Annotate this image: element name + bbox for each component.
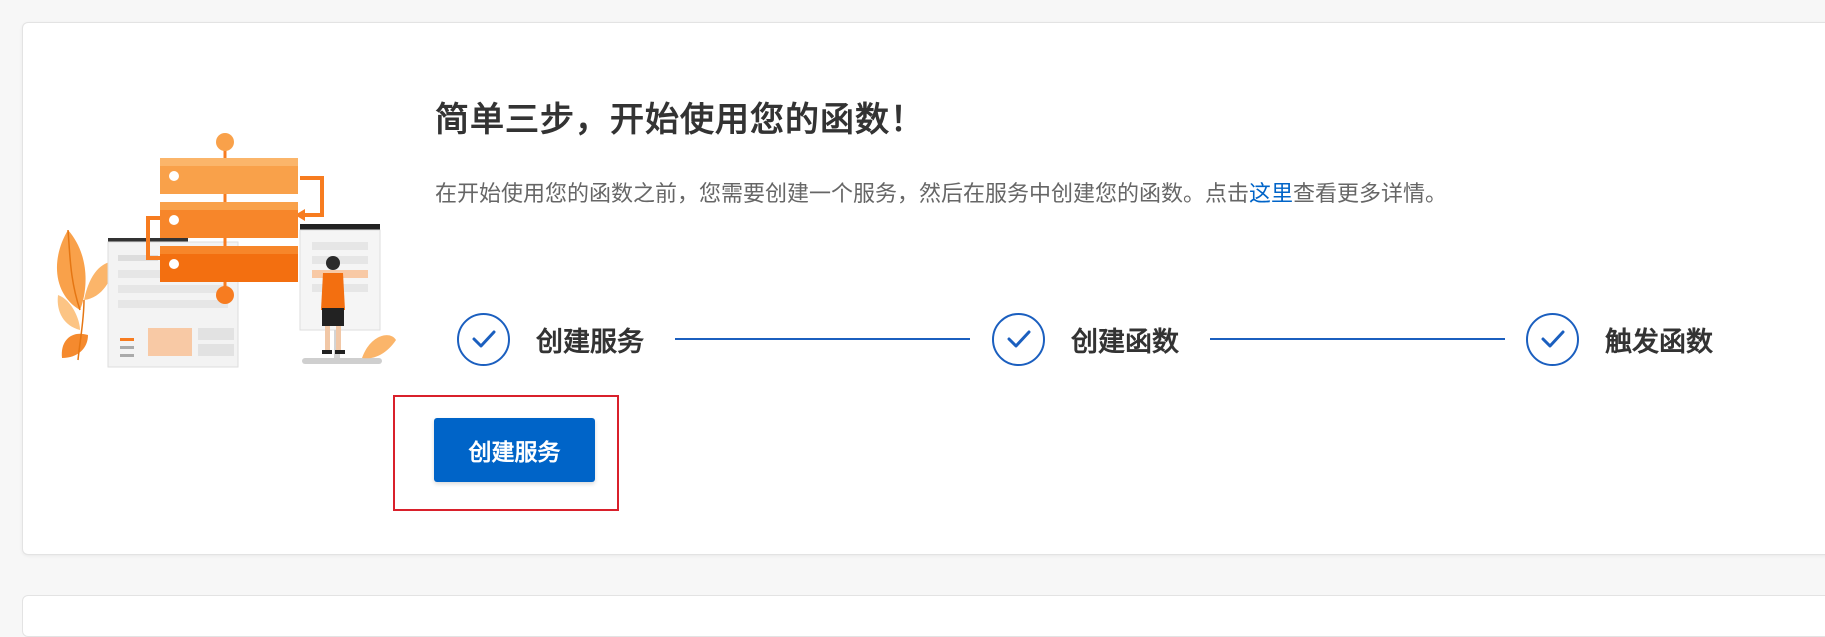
step-label: 创建函数	[1071, 326, 1179, 358]
step-circle	[992, 312, 1045, 366]
description-text-end: 查看更多详情。	[1293, 182, 1448, 207]
intro-description: 在开始使用您的函数之前，您需要创建一个服务，然后在服务中创建您的函数。点击这里查…	[435, 176, 1447, 208]
create-service-button[interactable]: 创建服务	[434, 418, 595, 482]
step-label: 创建服务	[536, 326, 644, 358]
check-icon	[1007, 330, 1030, 348]
step-create-service: 创建服务	[457, 310, 644, 368]
step-create-function: 创建函数	[992, 310, 1179, 368]
step-circle	[1526, 312, 1579, 366]
check-icon	[472, 330, 495, 348]
step-connector	[1210, 338, 1505, 340]
check-icon	[1541, 330, 1564, 348]
details-link[interactable]: 这里	[1249, 182, 1293, 207]
leaf-decoration	[362, 335, 396, 359]
step-label: 触发函数	[1605, 326, 1713, 358]
step-trigger-function: 触发函数	[1526, 310, 1713, 368]
next-card	[22, 595, 1825, 637]
page-title: 简单三步，开始使用您的函数！	[435, 100, 925, 140]
leaf-decoration	[56, 229, 116, 361]
step-connector	[675, 338, 970, 340]
step-circle	[457, 312, 510, 366]
server-illustration	[56, 133, 396, 368]
description-text: 在开始使用您的函数之前，您需要创建一个服务，然后在服务中创建您的函数。点击	[435, 182, 1250, 207]
server-stack	[160, 133, 298, 304]
